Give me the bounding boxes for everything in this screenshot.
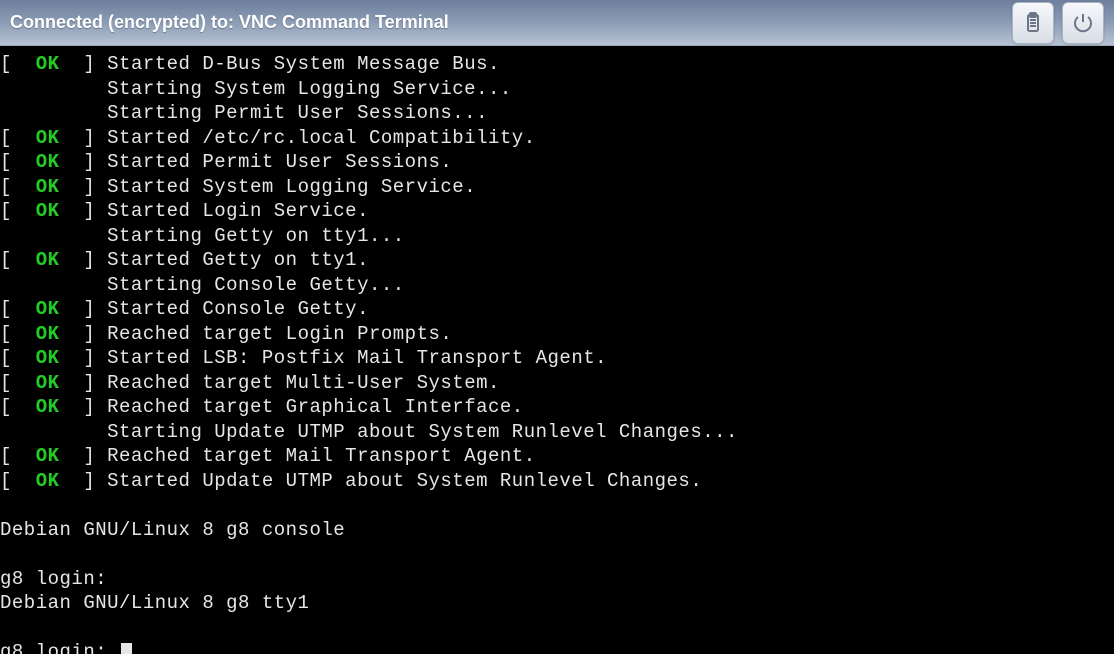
terminal-text: g8 login: (0, 568, 107, 590)
terminal-text: Reached target Login Prompts. (107, 323, 452, 345)
terminal-text: Started Permit User Sessions. (107, 151, 452, 173)
status-ok: OK (36, 53, 60, 75)
terminal-text: Started System Logging Service. (107, 176, 476, 198)
terminal-text: Started Getty on tty1. (107, 249, 369, 271)
status-ok: OK (36, 249, 60, 271)
status-ok: OK (36, 127, 60, 149)
terminal-text: Starting Permit User Sessions... (107, 102, 488, 124)
terminal-line: [ OK ] Started Login Service. (0, 199, 1114, 224)
status-ok: OK (36, 470, 60, 492)
clipboard-icon (1021, 11, 1045, 35)
terminal-line (0, 616, 1114, 641)
terminal-line: Starting Update UTMP about System Runlev… (0, 420, 1114, 445)
terminal-line (0, 493, 1114, 518)
cursor (121, 643, 132, 654)
terminal-line: [ OK ] Started System Logging Service. (0, 175, 1114, 200)
terminal-line: [ OK ] Reached target Mail Transport Age… (0, 444, 1114, 469)
status-ok: OK (36, 323, 60, 345)
status-ok: OK (36, 396, 60, 418)
titlebar: Connected (encrypted) to: VNC Command Te… (0, 0, 1114, 46)
terminal-text: Started Login Service. (107, 200, 369, 222)
terminal-text: Starting System Logging Service... (107, 78, 512, 100)
window-title: Connected (encrypted) to: VNC Command Te… (10, 12, 449, 33)
terminal-text: Started LSB: Postfix Mail Transport Agen… (107, 347, 607, 369)
terminal-text: Debian GNU/Linux 8 g8 console (0, 519, 345, 541)
terminal-text: Reached target Mail Transport Agent. (107, 445, 535, 467)
status-ok: OK (36, 151, 60, 173)
terminal-line: Starting Console Getty... (0, 273, 1114, 298)
terminal-line: [ OK ] Started Console Getty. (0, 297, 1114, 322)
power-button[interactable] (1062, 2, 1104, 44)
terminal-text: Started D-Bus System Message Bus. (107, 53, 500, 75)
status-ok: OK (36, 298, 60, 320)
terminal-text: Debian GNU/Linux 8 g8 tty1 (0, 592, 309, 614)
clipboard-button[interactable] (1012, 2, 1054, 44)
terminal-line: Debian GNU/Linux 8 g8 tty1 (0, 591, 1114, 616)
terminal-text: Started Update UTMP about System Runleve… (107, 470, 702, 492)
terminal-line (0, 542, 1114, 567)
terminal-text: Reached target Graphical Interface. (107, 396, 524, 418)
terminal-line: [ OK ] Reached target Login Prompts. (0, 322, 1114, 347)
terminal-line: [ OK ] Reached target Multi-User System. (0, 371, 1114, 396)
terminal-line: [ OK ] Started Update UTMP about System … (0, 469, 1114, 494)
terminal-text: Started Console Getty. (107, 298, 369, 320)
terminal-text: Starting Console Getty... (107, 274, 405, 296)
window-controls (1012, 2, 1104, 44)
terminal-text: Starting Update UTMP about System Runlev… (107, 421, 738, 443)
status-ok: OK (36, 347, 60, 369)
terminal-text: Started /etc/rc.local Compatibility. (107, 127, 535, 149)
status-ok: OK (36, 445, 60, 467)
terminal-text: Reached target Multi-User System. (107, 372, 500, 394)
terminal-line: [ OK ] Started Permit User Sessions. (0, 150, 1114, 175)
terminal-line: Starting Permit User Sessions... (0, 101, 1114, 126)
status-ok: OK (36, 372, 60, 394)
terminal-line: [ OK ] Started LSB: Postfix Mail Transpo… (0, 346, 1114, 371)
power-icon (1071, 11, 1095, 35)
terminal-output[interactable]: [ OK ] Started D-Bus System Message Bus.… (0, 46, 1114, 654)
status-ok: OK (36, 176, 60, 198)
terminal-line: Starting System Logging Service... (0, 77, 1114, 102)
terminal-line: [ OK ] Started Getty on tty1. (0, 248, 1114, 273)
terminal-text: Starting Getty on tty1... (107, 225, 405, 247)
terminal-line: g8 login: (0, 567, 1114, 592)
terminal-line: g8 login: (0, 640, 1114, 654)
terminal-line: [ OK ] Started /etc/rc.local Compatibili… (0, 126, 1114, 151)
status-ok: OK (36, 200, 60, 222)
terminal-line: Starting Getty on tty1... (0, 224, 1114, 249)
terminal-line: [ OK ] Reached target Graphical Interfac… (0, 395, 1114, 420)
terminal-line: Debian GNU/Linux 8 g8 console (0, 518, 1114, 543)
terminal-line: [ OK ] Started D-Bus System Message Bus. (0, 52, 1114, 77)
login-prompt[interactable]: g8 login: (0, 641, 119, 654)
